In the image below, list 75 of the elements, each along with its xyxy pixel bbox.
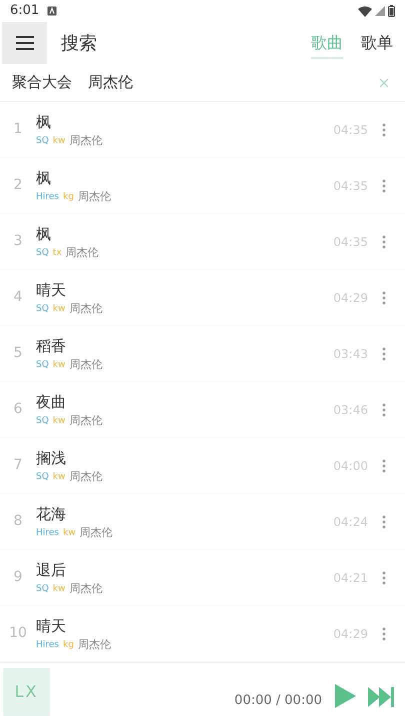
search-field[interactable]: 周杰伦 xyxy=(88,71,379,94)
track-number: 10 xyxy=(8,624,28,643)
quality-tag: SQ xyxy=(36,134,49,148)
source-tag: tx xyxy=(52,246,62,260)
song-title[interactable]: 枫 xyxy=(36,112,334,132)
quality-tag: SQ xyxy=(36,414,49,428)
source-tag: kw xyxy=(63,526,76,540)
source-tag: kw xyxy=(52,414,66,428)
song-title[interactable]: 稻香 xyxy=(36,336,334,356)
more-icon[interactable] xyxy=(382,122,386,136)
menu-button[interactable] xyxy=(2,22,47,64)
quality-tag: Hires xyxy=(36,638,59,652)
song-title[interactable]: 枫 xyxy=(36,224,334,244)
song-title[interactable]: 枫 xyxy=(36,168,334,188)
track-number: 5 xyxy=(12,344,24,363)
song-title[interactable]: 晴天 xyxy=(36,616,334,636)
more-icon[interactable] xyxy=(382,514,386,528)
track-number: 1 xyxy=(12,120,24,139)
track-number: 4 xyxy=(12,288,24,307)
more-icon[interactable] xyxy=(382,234,386,248)
quality-tag: SQ xyxy=(36,582,49,596)
tab[interactable]: 歌单 xyxy=(361,27,393,59)
track-number: 9 xyxy=(12,568,24,587)
artist-name: 周杰伦 xyxy=(69,414,102,428)
quality-tag: Hires xyxy=(36,526,59,540)
artist-name: 周杰伦 xyxy=(69,582,102,596)
source-tag: kw xyxy=(52,582,66,596)
play-icon[interactable] xyxy=(334,684,356,708)
artist-name: 周杰伦 xyxy=(69,302,102,316)
track-number: 2 xyxy=(12,176,24,195)
quality-tag: SQ xyxy=(36,358,49,372)
song-title[interactable]: 夜曲 xyxy=(36,392,334,412)
source-tag: kw xyxy=(52,302,66,316)
song-title[interactable]: 花海 xyxy=(36,504,334,524)
artist-name: 周杰伦 xyxy=(66,246,99,260)
signal-icon xyxy=(375,6,385,16)
more-icon[interactable] xyxy=(382,458,386,472)
more-icon[interactable] xyxy=(382,570,386,584)
status-time: 6:01 xyxy=(10,2,40,20)
track-number: 8 xyxy=(12,512,24,531)
source-tag: kw xyxy=(52,470,66,484)
quality-tag: SQ xyxy=(36,246,49,260)
more-icon[interactable] xyxy=(382,346,386,360)
source-tag: kg xyxy=(63,638,74,652)
track-number: 3 xyxy=(12,232,24,251)
more-icon[interactable] xyxy=(382,402,386,416)
more-icon[interactable] xyxy=(382,626,386,640)
song-title[interactable]: 晴天 xyxy=(36,280,334,300)
artist-name: 周杰伦 xyxy=(69,358,102,372)
track-number: 6 xyxy=(12,400,24,419)
source-selector[interactable]: 聚合大会 xyxy=(12,71,72,94)
next-icon[interactable] xyxy=(368,687,394,707)
artist-name: 周杰伦 xyxy=(69,470,102,484)
quality-tag: Hires xyxy=(36,190,59,204)
quality-tag: SQ xyxy=(36,302,49,316)
source-tag: kg xyxy=(63,190,74,204)
notification-icon xyxy=(47,6,58,16)
close-icon[interactable] xyxy=(379,78,389,88)
more-icon[interactable] xyxy=(382,290,386,304)
artist-name: 周杰伦 xyxy=(78,190,111,204)
source-tag: kw xyxy=(52,358,66,372)
menu-icon xyxy=(16,36,34,50)
wifi-icon xyxy=(358,6,372,16)
artist-name: 周杰伦 xyxy=(78,638,111,652)
more-icon[interactable] xyxy=(382,178,386,192)
playback-time: 00:00 / 00:00 xyxy=(234,692,322,710)
track-number: 7 xyxy=(12,456,24,475)
quality-tag: SQ xyxy=(36,470,49,484)
song-title[interactable]: 退后 xyxy=(36,560,334,580)
page-title: 搜索 xyxy=(61,32,98,56)
source-tag: kw xyxy=(52,134,66,148)
battery-icon xyxy=(388,5,395,17)
artist-name: 周杰伦 xyxy=(69,134,102,148)
song-title[interactable]: 搁浅 xyxy=(36,448,334,468)
artist-name: 周杰伦 xyxy=(80,526,113,540)
